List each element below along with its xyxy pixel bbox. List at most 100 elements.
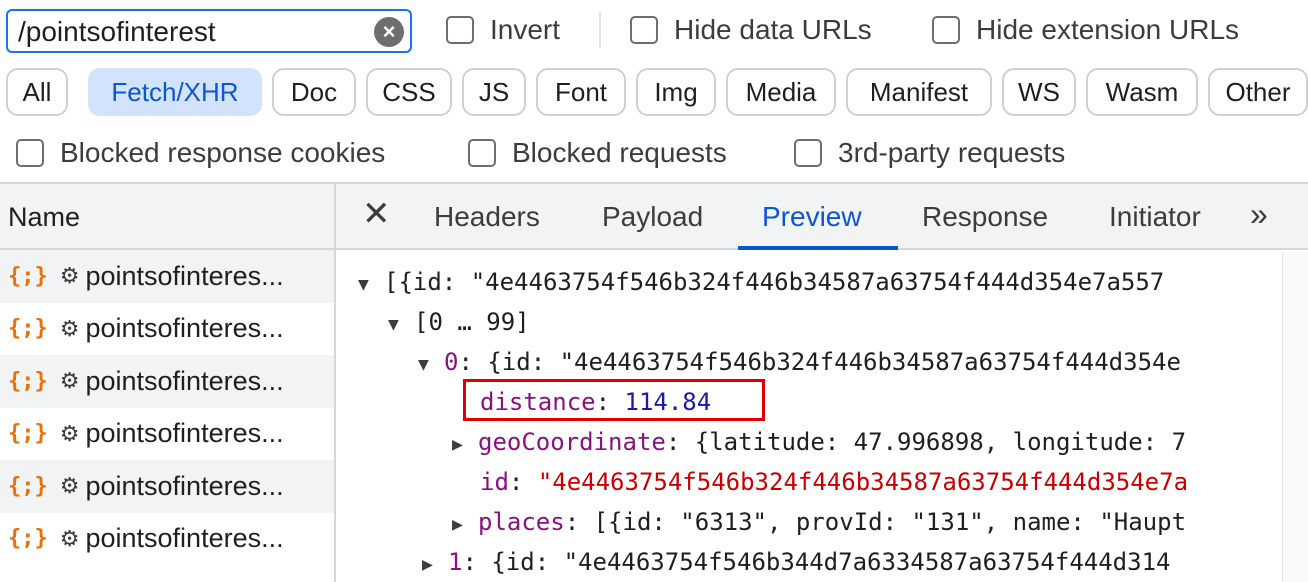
invert-label: Invert xyxy=(490,14,561,45)
expand-right-icon[interactable]: ▶ xyxy=(422,545,448,582)
request-list: Name {;} ⚙ pointsofinteres... {;} ⚙ poin… xyxy=(0,184,334,582)
invert-checkbox[interactable]: Invert xyxy=(446,14,560,46)
gear-icon: ⚙ xyxy=(59,368,80,394)
request-name: pointsofinteres... xyxy=(85,313,284,344)
tab-headers[interactable]: Headers xyxy=(434,201,540,233)
request-name: pointsofinteres... xyxy=(85,365,284,396)
tree-item-1[interactable]: ▶ 1: {id: "4e4463754f546b344d7a6334587a63… xyxy=(422,542,1170,582)
tree-key: places xyxy=(478,508,565,536)
xhr-icon: {;} xyxy=(8,263,48,289)
xhr-icon: {;} xyxy=(8,368,48,394)
request-row[interactable]: {;} ⚙ pointsofinteres... xyxy=(0,303,334,356)
request-row[interactable]: {;} ⚙ pointsofinteres... xyxy=(0,513,334,566)
expand-down-icon[interactable]: ▼ xyxy=(388,305,414,345)
blocked-response-cookies-label: Blocked response cookies xyxy=(60,137,386,168)
preview-scrollbar[interactable] xyxy=(1282,252,1308,582)
type-filter-css[interactable]: CSS xyxy=(366,68,452,116)
divider xyxy=(599,12,601,48)
type-filter-other[interactable]: Other xyxy=(1208,68,1308,116)
checkbox-icon[interactable] xyxy=(630,16,658,44)
request-row[interactable]: {;} ⚙ pointsofinteres... xyxy=(0,250,334,303)
request-row[interactable]: {;} ⚙ pointsofinteres... xyxy=(0,408,334,461)
name-column-header[interactable]: Name xyxy=(0,184,334,250)
request-name: pointsofinteres... xyxy=(85,260,284,291)
detail-tabbar: ✕ Headers Payload Preview Response Initi… xyxy=(336,184,1308,250)
hide-data-urls-label: Hide data URLs xyxy=(674,14,872,45)
tree-prop-distance[interactable]: distance: 114.84 xyxy=(480,382,711,422)
blocked-response-cookies-checkbox[interactable]: Blocked response cookies xyxy=(16,137,385,169)
tab-payload[interactable]: Payload xyxy=(602,201,703,233)
checkbox-icon[interactable] xyxy=(932,16,960,44)
type-filter-media[interactable]: Media xyxy=(726,68,836,116)
expand-down-icon[interactable]: ▼ xyxy=(418,345,444,385)
type-filter-fetch-xhr[interactable]: Fetch/XHR xyxy=(88,68,262,116)
checkbox-icon[interactable] xyxy=(794,139,822,167)
tree-item-text: : {latitude: 47.996898, longitude: 7 xyxy=(665,428,1187,456)
tree-prop-id[interactable]: id: "4e4463754f546b324f446b34587a63754f4… xyxy=(480,462,1188,502)
gear-icon: ⚙ xyxy=(59,525,80,551)
gear-icon: ⚙ xyxy=(59,263,80,289)
filter-field[interactable]: × xyxy=(6,9,412,53)
hide-extension-urls-checkbox[interactable]: Hide extension URLs xyxy=(932,14,1239,46)
request-name: pointsofinteres... xyxy=(85,418,284,449)
expand-down-icon[interactable]: ▼ xyxy=(358,265,384,305)
tree-string-value: "4e4463754f546b324f446b34587a63754f444d3… xyxy=(537,468,1189,496)
filter-row: × Invert Hide data URLs Hide extension U… xyxy=(0,0,1308,62)
gear-icon: ⚙ xyxy=(59,420,80,446)
close-icon[interactable]: ✕ xyxy=(362,194,391,234)
tree-item-0[interactable]: ▼ 0: {id: "4e4463754f546b324f446b34587a63… xyxy=(418,342,1181,382)
request-name: pointsofinteres... xyxy=(85,523,284,554)
tab-initiator[interactable]: Initiator xyxy=(1109,201,1201,233)
xhr-icon: {;} xyxy=(8,421,48,447)
third-party-requests-checkbox[interactable]: 3rd-party requests xyxy=(794,137,1065,169)
clear-icon[interactable]: × xyxy=(374,17,404,47)
type-filter-js[interactable]: JS xyxy=(462,68,526,116)
xhr-icon: {;} xyxy=(8,316,48,342)
tree-key: geoCoordinate xyxy=(478,428,666,456)
request-name: pointsofinteres... xyxy=(85,470,284,501)
hide-data-urls-checkbox[interactable]: Hide data URLs xyxy=(630,14,872,46)
gear-icon: ⚙ xyxy=(59,473,80,499)
xhr-icon: {;} xyxy=(8,473,48,499)
checkbox-icon[interactable] xyxy=(16,139,44,167)
tree-root[interactable]: ▼ [{id: "4e4463754f546b324f446b34587a6375… xyxy=(358,262,1164,302)
tree-item-text: : {id: "4e4463754f546b324f446b34587a6375… xyxy=(458,348,1181,376)
type-filter-img[interactable]: Img xyxy=(636,68,716,116)
checkbox-icon[interactable] xyxy=(446,16,474,44)
tree-key: 1 xyxy=(448,548,463,576)
checkbox-icon[interactable] xyxy=(468,139,496,167)
tree-prop-places[interactable]: ▶ places: [{id: "6313", provId: "131", na… xyxy=(452,502,1186,542)
tree-item-text: : [{id: "6313", provId: "131", name: "Ha… xyxy=(564,508,1187,536)
type-filter-manifest[interactable]: Manifest xyxy=(846,68,992,116)
tree-item-text: : {id: "4e4463754f546b344d7a6334587a6375… xyxy=(462,548,1171,576)
tree-prop-geocoordinate[interactable]: ▶ geoCoordinate: {latitude: 47.996898, lo… xyxy=(452,422,1186,462)
type-filter-wasm[interactable]: Wasm xyxy=(1086,68,1198,116)
more-tabs-icon[interactable]: » xyxy=(1250,196,1268,233)
active-tab-indicator xyxy=(738,246,898,250)
third-party-requests-label: 3rd-party requests xyxy=(838,137,1066,168)
tree-range-text: [0 … 99] xyxy=(414,308,530,336)
xhr-icon: {;} xyxy=(8,526,48,552)
type-filter-all[interactable]: All xyxy=(6,68,68,116)
tree-key: id xyxy=(480,468,509,496)
tree-key: 0 xyxy=(444,348,459,376)
request-row[interactable]: {;} ⚙ pointsofinteres... xyxy=(0,460,334,513)
blocked-requests-label: Blocked requests xyxy=(512,137,727,168)
hide-extension-urls-label: Hide extension URLs xyxy=(976,14,1240,45)
type-filter-doc[interactable]: Doc xyxy=(272,68,356,116)
blocked-requests-checkbox[interactable]: Blocked requests xyxy=(468,137,727,169)
type-filter-font[interactable]: Font xyxy=(536,68,626,116)
filter-input[interactable] xyxy=(18,15,368,49)
tab-preview[interactable]: Preview xyxy=(762,201,862,233)
expand-right-icon[interactable]: ▶ xyxy=(452,425,478,465)
tree-number-value: 114.84 xyxy=(624,388,712,416)
tree-key: distance xyxy=(480,388,596,416)
preview-panel: ▼ [{id: "4e4463754f546b324f446b34587a6375… xyxy=(336,252,1282,582)
expand-right-icon[interactable]: ▶ xyxy=(452,505,478,545)
tree-range[interactable]: ▼ [0 … 99] xyxy=(388,302,530,342)
tab-response[interactable]: Response xyxy=(922,201,1048,233)
type-filter-ws[interactable]: WS xyxy=(1002,68,1076,116)
request-row[interactable]: {;} ⚙ pointsofinteres... xyxy=(0,355,334,408)
tree-root-text: [{id: "4e4463754f546b324f446b34587a63754… xyxy=(384,268,1165,296)
gear-icon: ⚙ xyxy=(59,315,80,341)
